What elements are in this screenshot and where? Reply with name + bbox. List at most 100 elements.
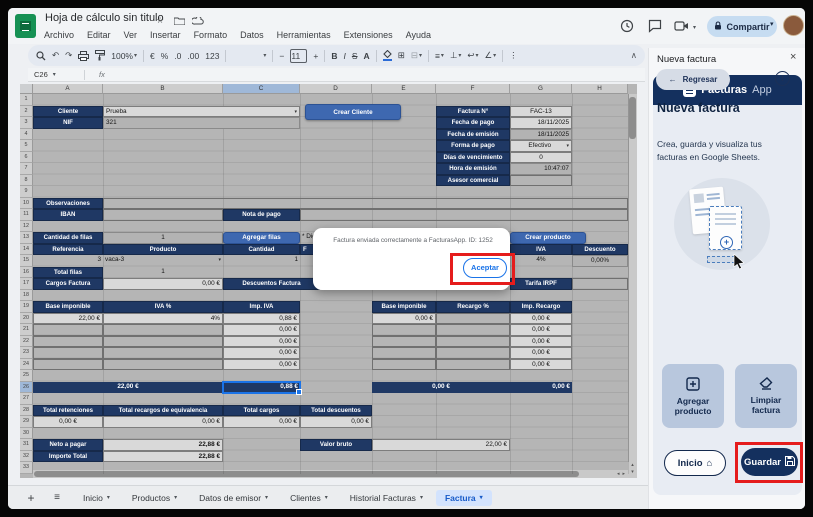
imp-iva-header[interactable]: Imp. IVA xyxy=(223,301,300,313)
total-retenciones-header[interactable]: Total retenciones xyxy=(33,405,103,417)
fill-color-button[interactable] xyxy=(383,50,392,62)
row-header-33[interactable]: 33 xyxy=(20,462,33,474)
row-header-24[interactable]: 24 xyxy=(20,359,33,371)
hora-emision-label[interactable]: Hora de emisión xyxy=(436,163,510,175)
total-filas-label[interactable]: Total filas xyxy=(33,267,103,279)
factura-numero-value[interactable]: FAC-13 xyxy=(510,106,572,118)
cell-F20[interactable] xyxy=(436,313,510,325)
horizontal-align-button[interactable]: ≡▾ xyxy=(435,51,444,61)
row-header-16[interactable]: 16 xyxy=(20,267,33,279)
row-header-32[interactable]: 32 xyxy=(20,451,33,463)
vertical-scroll-arrows[interactable]: ▴▾ xyxy=(628,462,637,478)
cell-B24[interactable] xyxy=(103,359,223,371)
menu-datos[interactable]: Datos xyxy=(240,30,264,40)
cell-A29[interactable]: 0,00 € xyxy=(33,416,103,428)
descuentos-factura-label[interactable]: Descuentos Factura xyxy=(223,278,320,290)
row-header-9[interactable]: 9 xyxy=(20,186,33,198)
text-rotation-button[interactable]: ∠▾ xyxy=(485,50,497,61)
row-header-1[interactable]: 1 xyxy=(20,94,33,106)
cantidad-header[interactable]: Cantidad xyxy=(223,244,300,256)
neto-a-pagar-label[interactable]: Neto a pagar xyxy=(33,439,103,451)
percent-format-button[interactable]: % xyxy=(161,51,169,61)
row-header-7[interactable]: 7 xyxy=(20,163,33,175)
crear-producto-button[interactable]: Crear producto xyxy=(510,232,586,244)
cell-E22[interactable] xyxy=(372,336,436,348)
row-header-27[interactable]: 27 xyxy=(20,393,33,405)
referencia-header[interactable]: Referencia xyxy=(33,244,103,256)
row-header-2[interactable]: 2 xyxy=(20,106,33,118)
vertical-scrollbar[interactable] xyxy=(628,94,637,462)
valor-bruto-value[interactable]: 22,00 € xyxy=(372,439,510,451)
importe-total-value[interactable]: 22,88 € xyxy=(103,451,223,463)
total-filas-value[interactable]: 1 xyxy=(103,267,223,279)
column-header-C[interactable]: C xyxy=(223,84,300,94)
column-header-F[interactable]: F xyxy=(436,84,510,94)
meet-dropdown-caret[interactable]: ▾ xyxy=(693,24,696,31)
cargos-factura-value[interactable]: 0,00 € xyxy=(103,278,223,290)
more-formats-button[interactable]: 123 xyxy=(205,51,219,61)
forma-pago-value[interactable]: ▾Efectivo xyxy=(510,140,572,152)
cell-G22[interactable]: 0,00 € xyxy=(510,336,572,348)
asesor-comercial-label[interactable]: Asesor comercial xyxy=(436,175,510,187)
valor-bruto-label[interactable]: Valor bruto xyxy=(300,439,372,451)
cell-B23[interactable] xyxy=(103,347,223,359)
decrease-decimals-button[interactable]: .0 xyxy=(174,51,181,61)
more-options-button[interactable]: ⋮ xyxy=(509,50,518,61)
collapse-toolbar-button[interactable]: ∧ xyxy=(631,50,637,61)
column-header-E[interactable]: E xyxy=(372,84,436,94)
vertical-align-button[interactable]: ⊥▾ xyxy=(450,50,461,61)
row-header-12[interactable]: 12 xyxy=(20,221,33,233)
font-family-select[interactable]: ▾ xyxy=(232,50,266,61)
print-icon[interactable] xyxy=(78,51,89,61)
menu-ver[interactable]: Ver xyxy=(124,30,138,40)
column-header-B[interactable]: B xyxy=(103,84,223,94)
row15-cantidad[interactable]: 1 xyxy=(223,255,300,267)
total-base-right[interactable]: 0,00 € xyxy=(372,382,510,394)
cantidad-filas-value[interactable]: 1 xyxy=(103,232,223,244)
cell-B22[interactable] xyxy=(103,336,223,348)
hora-emision-value[interactable]: 10:47:07 xyxy=(510,163,572,175)
cell-F24[interactable] xyxy=(436,359,510,371)
cell-A22[interactable] xyxy=(33,336,103,348)
column-header-G[interactable]: G xyxy=(510,84,572,94)
fill-handle[interactable] xyxy=(296,389,302,395)
row-header-14[interactable]: 14 xyxy=(20,244,33,256)
sheet-tab-historial-facturas[interactable]: Historial Facturas▾ xyxy=(341,490,432,506)
cell-B21[interactable] xyxy=(103,324,223,336)
column-header-A[interactable]: A xyxy=(33,84,103,94)
cantidad-filas-label[interactable]: Cantidad de filas xyxy=(33,232,103,244)
close-sidebar-icon[interactable]: × xyxy=(790,51,796,63)
bold-button[interactable]: B xyxy=(331,51,337,61)
cell-A24[interactable] xyxy=(33,359,103,371)
text-color-button[interactable]: A xyxy=(364,51,370,61)
cell-A23[interactable] xyxy=(33,347,103,359)
base-imponible-header[interactable]: Base imponible xyxy=(33,301,103,313)
row-header-6[interactable]: 6 xyxy=(20,152,33,164)
dropdown-arrow-icon[interactable]: ▾ xyxy=(294,107,297,118)
comment-icon[interactable] xyxy=(648,19,664,35)
increase-decimals-button[interactable]: .00 xyxy=(187,51,199,61)
row-header-11[interactable]: 11 xyxy=(20,209,33,221)
currency-format-button[interactable]: € xyxy=(150,51,155,61)
cloud-status-icon[interactable] xyxy=(192,17,204,27)
tarifa-irpf-value[interactable] xyxy=(572,278,628,290)
row-header-20[interactable]: 20 xyxy=(20,313,33,325)
version-history-icon[interactable] xyxy=(620,19,636,35)
total-descuentos-header[interactable]: Total descuentos xyxy=(300,405,372,417)
dias-vencimiento-value[interactable]: 0 xyxy=(510,152,572,164)
cell-G24[interactable]: 0,00 € xyxy=(510,359,572,371)
row-header-25[interactable]: 25 xyxy=(20,370,33,382)
row-header-17[interactable]: 17 xyxy=(20,278,33,290)
meet-video-icon[interactable] xyxy=(674,19,690,35)
cell-C24[interactable]: 0,00 € xyxy=(223,359,300,371)
iban-label[interactable]: IBAN xyxy=(33,209,103,221)
column-header-H[interactable]: H xyxy=(572,84,628,94)
menu-insertar[interactable]: Insertar xyxy=(150,30,181,40)
cell-G20[interactable]: 0,00 € xyxy=(510,313,572,325)
crear-cliente-button[interactable]: Crear Cliente xyxy=(305,104,401,120)
cell-E20[interactable]: 0,00 € xyxy=(372,313,436,325)
horizontal-scroll-arrows[interactable]: ◂▸ xyxy=(586,470,628,478)
redo-icon[interactable]: ↷ xyxy=(65,50,72,61)
cell-A20[interactable]: 22,00 € xyxy=(33,313,103,325)
row-header-4[interactable]: 4 xyxy=(20,129,33,141)
